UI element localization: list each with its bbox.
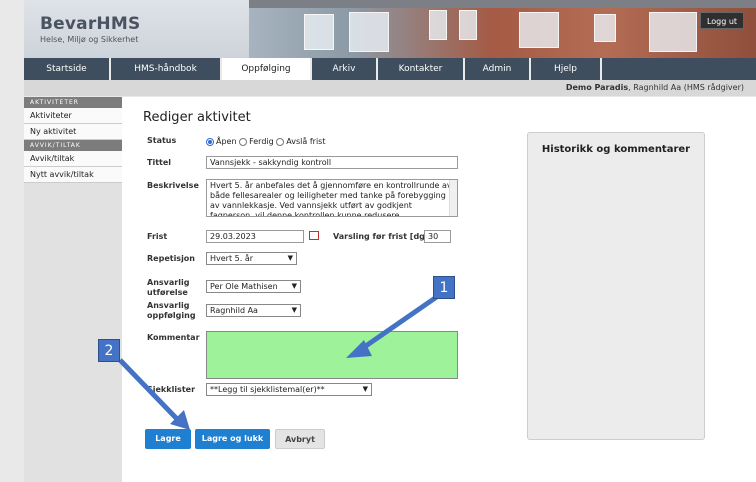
brand-tagline: Helse, Miljø og Sikkerhet <box>40 35 139 44</box>
beskrivelse-scrollbar[interactable] <box>449 180 457 216</box>
brand-logo[interactable]: BevarHMS Helse, Miljø og Sikkerhet <box>40 14 140 44</box>
tab-startside[interactable]: Startside <box>24 58 111 80</box>
chevron-down-icon: ▼ <box>287 254 293 262</box>
callout-badge-1: 1 <box>433 276 455 299</box>
brand-name: BevarHMS <box>40 14 141 34</box>
chevron-down-icon: ▼ <box>291 282 297 290</box>
kommentar-textarea[interactable] <box>206 331 458 379</box>
history-panel: Historikk og kommentarer <box>527 132 705 440</box>
company-name: Demo Paradis <box>565 83 629 92</box>
tab-oppfolging[interactable]: Oppfølging <box>222 58 312 80</box>
frist-input[interactable]: 29.03.2023 <box>206 230 304 243</box>
beskrivelse-label: Beskrivelse <box>147 181 199 190</box>
history-title: Historikk og kommentarer <box>541 144 691 155</box>
tab-arkiv[interactable]: Arkiv <box>312 58 378 80</box>
tab-kontakter[interactable]: Kontakter <box>378 58 465 80</box>
ansvarlig-utforelse-label: Ansvarlig utførelse <box>147 278 190 297</box>
status-option-avsla-frist: Avslå frist <box>286 137 326 146</box>
status-radio-ferdig[interactable] <box>239 137 248 146</box>
logout-button[interactable]: Logg ut <box>700 12 744 29</box>
sidebar-header-avvik: AVVIK/TILTAK <box>24 140 122 151</box>
sidebar-item-avvik-tiltak[interactable]: Avvik/tiltak <box>24 151 122 167</box>
sjekklister-label: Sjekklister <box>147 385 196 394</box>
tab-admin[interactable]: Admin <box>465 58 531 80</box>
beskrivelse-text: Hvert 5. år anbefales det å gjennomføre … <box>210 181 452 217</box>
sjekklister-value: **Legg til sjekklistemal(er)** <box>210 385 325 394</box>
varsling-label: Varsling før frist [dg] <box>333 232 429 241</box>
tittel-label: Tittel <box>147 158 172 167</box>
status-option-apen: Åpen <box>216 137 237 146</box>
status-label: Status <box>147 136 177 145</box>
ansvarlig-oppfolging-select[interactable]: Ragnhild Aa ▼ <box>206 304 301 317</box>
tab-hms-handbok[interactable]: HMS-håndbok <box>111 58 222 80</box>
sidebar-item-nytt-avvik[interactable]: Nytt avvik/tiltak <box>24 167 122 183</box>
sidebar-item-ny-aktivitet[interactable]: Ny aktivitet <box>24 124 122 140</box>
ansvarlig-oppfolging-label: Ansvarlig oppfølging <box>147 301 196 320</box>
status-radio-apen[interactable] <box>206 137 214 146</box>
kommentar-label: Kommentar <box>147 333 200 342</box>
frist-label: Frist <box>147 232 168 241</box>
header-photo <box>249 0 756 58</box>
repetisjon-value: Hvert 5. år <box>210 254 254 263</box>
user-bar: Demo Paradis, Ragnhild Aa (HMS rådgiver) <box>24 80 756 96</box>
chevron-down-icon: ▼ <box>291 306 297 314</box>
ansvarlig-utforelse-select[interactable]: Per Ole Mathisen ▼ <box>206 280 301 293</box>
status-radio-avsla-frist[interactable] <box>276 137 285 146</box>
beskrivelse-textarea[interactable]: Hvert 5. år anbefales det å gjennomføre … <box>206 179 458 217</box>
ansvarlig-utforelse-value: Per Ole Mathisen <box>210 282 278 291</box>
calendar-icon[interactable] <box>309 231 319 240</box>
cancel-button[interactable]: Avbryt <box>275 429 325 449</box>
tab-hjelp[interactable]: Hjelp <box>531 58 602 80</box>
varsling-input[interactable]: 30 <box>424 230 451 243</box>
sidebar-item-aktiviteter[interactable]: Aktiviteter <box>24 108 122 124</box>
repetisjon-select[interactable]: Hvert 5. år ▼ <box>206 252 297 265</box>
save-and-close-button[interactable]: Lagre og lukk <box>195 429 270 449</box>
sjekklister-select[interactable]: **Legg til sjekklistemal(er)** ▼ <box>206 383 372 396</box>
tittel-input[interactable]: Vannsjekk - sakkyndig kontroll <box>206 156 458 169</box>
status-radio-group: Åpen Ferdig Avslå frist <box>206 137 325 146</box>
repetisjon-label: Repetisjon <box>147 254 195 263</box>
main-nav: Startside HMS-håndbok Oppfølging Arkiv K… <box>24 58 756 80</box>
chevron-down-icon: ▼ <box>362 385 368 393</box>
user-name: , Ragnhild Aa (HMS rådgiver) <box>628 83 744 92</box>
callout-badge-2: 2 <box>98 339 120 362</box>
status-option-ferdig: Ferdig <box>249 137 274 146</box>
page-title: Rediger aktivitet <box>143 110 251 125</box>
header: BevarHMS Helse, Miljø og Sikkerhet Logg … <box>24 0 756 58</box>
sidebar-header-aktiviteter: AKTIVITETER <box>24 97 122 108</box>
sidebar: AKTIVITETER Aktiviteter Ny aktivitet AVV… <box>24 97 122 482</box>
ansvarlig-oppfolging-value: Ragnhild Aa <box>210 306 258 315</box>
save-button[interactable]: Lagre <box>145 429 191 449</box>
